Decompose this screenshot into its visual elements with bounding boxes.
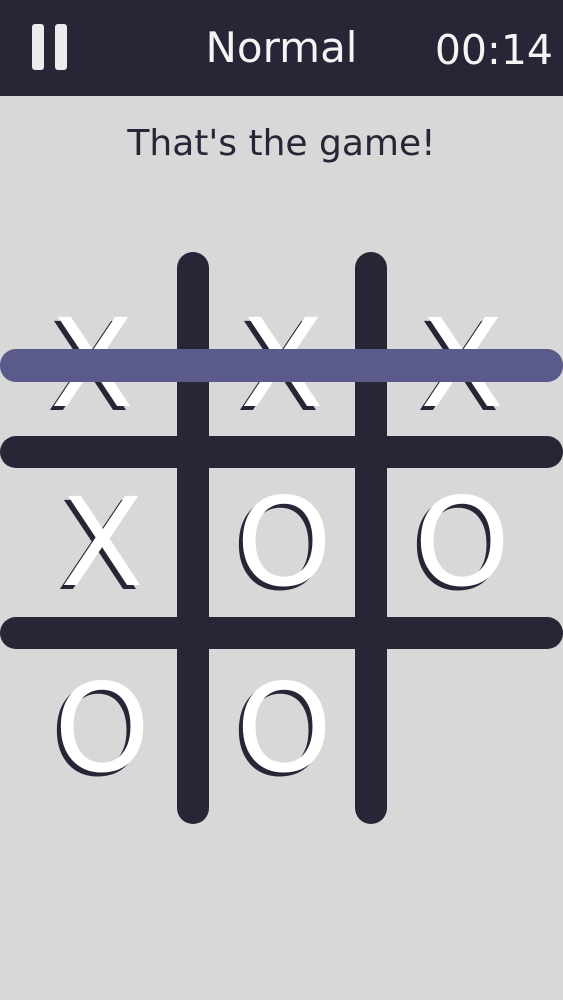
cell-mark: O (235, 472, 333, 614)
winning-line (0, 349, 563, 382)
board-cell-2-1[interactable]: X (14, 455, 190, 631)
board-cell-2-3[interactable]: O (374, 455, 550, 631)
board-cell-3-3[interactable] (374, 641, 550, 817)
pause-button[interactable] (26, 20, 74, 74)
cell-mark: O (413, 472, 511, 614)
game-timer: 00:14 (434, 26, 553, 74)
board-cell-3-1[interactable]: O (14, 641, 190, 817)
cell-mark: O (53, 658, 151, 800)
status-message: That's the game! (127, 123, 436, 164)
pause-icon (55, 24, 67, 70)
game-mode-title: Normal (205, 23, 358, 72)
cell-mark: X (60, 472, 144, 614)
top-bar: Normal 00:14 (0, 0, 563, 96)
cell-mark: O (235, 658, 333, 800)
board-cell-3-2[interactable]: O (196, 641, 372, 817)
pause-icon (32, 24, 44, 70)
board-cell-2-2[interactable]: O (196, 455, 372, 631)
